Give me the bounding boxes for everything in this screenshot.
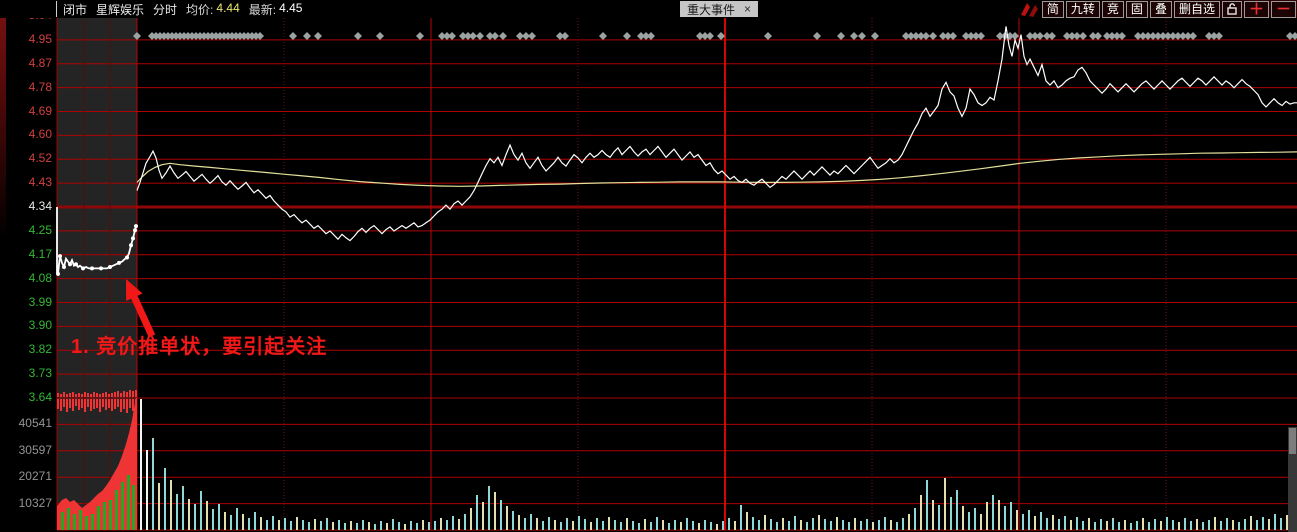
- price-axis-tick: 4.95: [28, 31, 52, 46]
- avg-price-value: 4.44: [216, 0, 240, 15]
- avg-price: 均价: 4.44: [186, 1, 240, 18]
- header-bar: 闭市 星辉娱乐 分时 均价: 4.44 最新: 4.45 重大事件 × 简九转竞固叠…: [0, 0, 1297, 18]
- price-axis-tick: 4.17: [28, 246, 52, 261]
- price-axis-tick: 3.64: [28, 390, 52, 404]
- intraday-chart[interactable]: [0, 0, 1297, 532]
- tab-close-icon[interactable]: ×: [744, 2, 751, 16]
- price-axis-tick: 4.34: [28, 199, 52, 213]
- quote-summary: 闭市 星辉娱乐 分时 均价: 4.44 最新: 4.45: [56, 1, 302, 17]
- trading-app-window: 闭市 星辉娱乐 分时 均价: 4.44 最新: 4.45 重大事件 × 简九转竞固叠…: [0, 0, 1297, 532]
- price-axis-tick: 4.60: [28, 127, 52, 142]
- price-axis-tick: 4.78: [28, 79, 52, 94]
- event-diamond-icons[interactable]: [133, 32, 1297, 40]
- average-price-line: [136, 151, 1297, 187]
- annotation-text: 1. 竞价推单状，要引起关注: [71, 336, 328, 358]
- price-axis-tick: 4.43: [28, 175, 52, 190]
- price-axis-tick: 3.73: [28, 366, 52, 381]
- toolbar-button[interactable]: 叠: [1149, 0, 1172, 18]
- toolbar-button[interactable]: 简: [1041, 0, 1064, 18]
- toolbar-button[interactable]: 固: [1125, 0, 1148, 18]
- avg-price-label: 均价:: [186, 2, 214, 17]
- major-events-tab[interactable]: 重大事件 ×: [680, 1, 759, 17]
- zoom-in-button[interactable]: ＋: [1243, 0, 1269, 18]
- price-axis-tick: 4.08: [28, 270, 52, 285]
- scrollbar[interactable]: [1288, 427, 1297, 532]
- price-axis-tick: 3.82: [28, 342, 52, 357]
- price-axis-tick: 4.25: [28, 222, 52, 237]
- volume-axis-tick: 40541: [18, 416, 52, 431]
- lock-open-icon: [1227, 3, 1237, 15]
- stock-name: 星辉娱乐: [96, 2, 145, 17]
- chart-type-label: 分时: [153, 2, 178, 17]
- toolbar-button[interactable]: 竞: [1101, 0, 1124, 18]
- price-axis-tick: 4.52: [28, 151, 52, 166]
- flame-decoration-icon: [1020, 3, 1038, 17]
- last-price-label: 最新:: [248, 2, 277, 17]
- volume-bars: [140, 399, 1294, 530]
- volume-axis-tick: 20271: [18, 469, 52, 484]
- price-axis-tick: 4.69: [28, 103, 52, 118]
- price-axis-tick: 3.99: [28, 294, 52, 309]
- last-price: 最新: 4.45: [249, 1, 303, 18]
- toolbar-button[interactable]: 删自选: [1173, 0, 1220, 18]
- volume-axis-tick: 30597: [18, 442, 52, 457]
- volume-axis-tick: 10327: [18, 495, 52, 510]
- scrollbar-thumb[interactable]: [1289, 428, 1296, 454]
- time-grid: [56, 18, 1167, 530]
- price-axis-tick: 4.87: [28, 55, 52, 70]
- price-axis-tick: 3.90: [28, 318, 52, 333]
- zoom-out-button[interactable]: －: [1270, 0, 1296, 18]
- header-toolbar: 简九转竞固叠删自选 ＋－: [1018, 0, 1297, 18]
- toolbar-button[interactable]: 九转: [1065, 0, 1100, 18]
- last-price-value: 4.45: [279, 0, 303, 15]
- market-status: 闭市: [63, 2, 88, 17]
- lock-open-icon[interactable]: [1221, 0, 1242, 18]
- major-events-tab-label: 重大事件: [687, 2, 736, 17]
